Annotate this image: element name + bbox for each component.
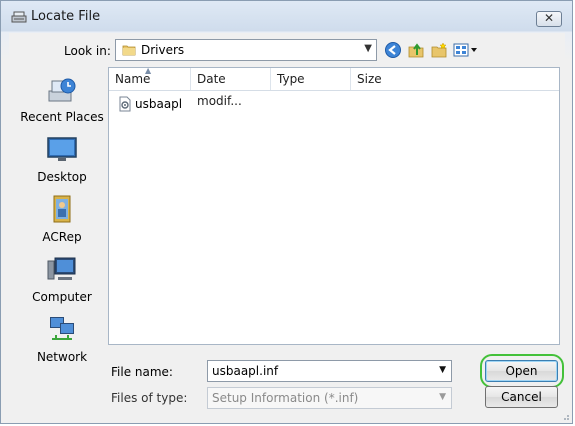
file-name-combo[interactable]: ▼: [207, 360, 452, 382]
scanner-icon: [11, 11, 27, 23]
locate-file-dialog: Locate File ✕ Look in: Drivers ▼ Recent …: [0, 0, 573, 424]
chevron-down-icon: ▼: [439, 392, 446, 402]
back-icon[interactable]: [384, 41, 402, 59]
column-header-date-modified[interactable]: Date modif...: [190, 68, 270, 108]
network-icon: [50, 317, 74, 340]
place-network[interactable]: Network: [15, 313, 109, 364]
resize-grip-icon[interactable]: [560, 411, 570, 421]
up-folder-icon[interactable]: [407, 41, 425, 59]
file-name-label: File name:: [111, 365, 173, 379]
cancel-button[interactable]: Cancel: [485, 386, 558, 408]
file-name: usbaapl: [135, 97, 183, 111]
files-of-type-value: Setup Information (*.inf): [212, 391, 359, 405]
files-of-type-label: Files of type:: [111, 391, 188, 405]
column-label: Size: [357, 72, 382, 86]
place-label: Recent Places: [20, 110, 104, 124]
desktop-icon: [47, 137, 77, 161]
place-label: Computer: [32, 290, 92, 304]
column-header-type[interactable]: Type: [270, 68, 350, 90]
window-title: Locate File: [31, 9, 101, 24]
place-acrep[interactable]: ACRep: [15, 193, 109, 244]
column-label: Type: [277, 72, 305, 86]
place-desktop[interactable]: Desktop: [15, 133, 109, 184]
open-button[interactable]: Open: [485, 360, 558, 382]
close-icon: ✕: [543, 11, 555, 25]
folder-icon: [122, 45, 136, 56]
place-recent-places[interactable]: Recent Places: [15, 73, 109, 124]
column-header-name[interactable]: ▲ Name: [109, 66, 190, 90]
place-label: Network: [36, 350, 88, 364]
column-headers: ▲ Name Date modif... Type Size: [109, 66, 559, 108]
place-label: Desktop: [37, 170, 87, 184]
title-bar[interactable]: Locate File ✕: [1, 1, 572, 31]
column-header-size[interactable]: Size: [350, 68, 430, 90]
look-in-dropdown[interactable]: Drivers ▼: [115, 39, 377, 61]
column-label: Date modif...: [197, 72, 242, 108]
recent-places-icon: [48, 78, 76, 102]
chevron-down-icon: ▼: [364, 43, 372, 54]
chevron-down-icon[interactable]: ▼: [439, 365, 446, 375]
sort-ascending-icon: ▲: [145, 66, 152, 75]
computer-icon: [47, 257, 76, 280]
place-computer[interactable]: Computer: [15, 253, 109, 304]
look-in-value: Drivers: [141, 43, 185, 57]
look-in-label: Look in:: [64, 44, 111, 58]
place-label: ACRep: [42, 230, 82, 244]
close-button[interactable]: ✕: [536, 11, 562, 27]
views-menu-icon[interactable]: [453, 41, 479, 59]
setup-info-file-icon: [119, 96, 131, 112]
dialog-body: Look in: Drivers ▼ Recent Places Desktop…: [9, 33, 565, 417]
file-name-input[interactable]: [212, 364, 422, 378]
files-of-type-dropdown[interactable]: Setup Information (*.inf) ▼: [207, 387, 452, 409]
file-list[interactable]: ▲ Name Date modif... Type Size usbaapl: [108, 66, 560, 345]
new-folder-icon[interactable]: [430, 41, 448, 59]
places-bar: Recent Places Desktop ACRep Computer Net…: [15, 67, 109, 364]
user-folder-icon: [53, 195, 71, 223]
